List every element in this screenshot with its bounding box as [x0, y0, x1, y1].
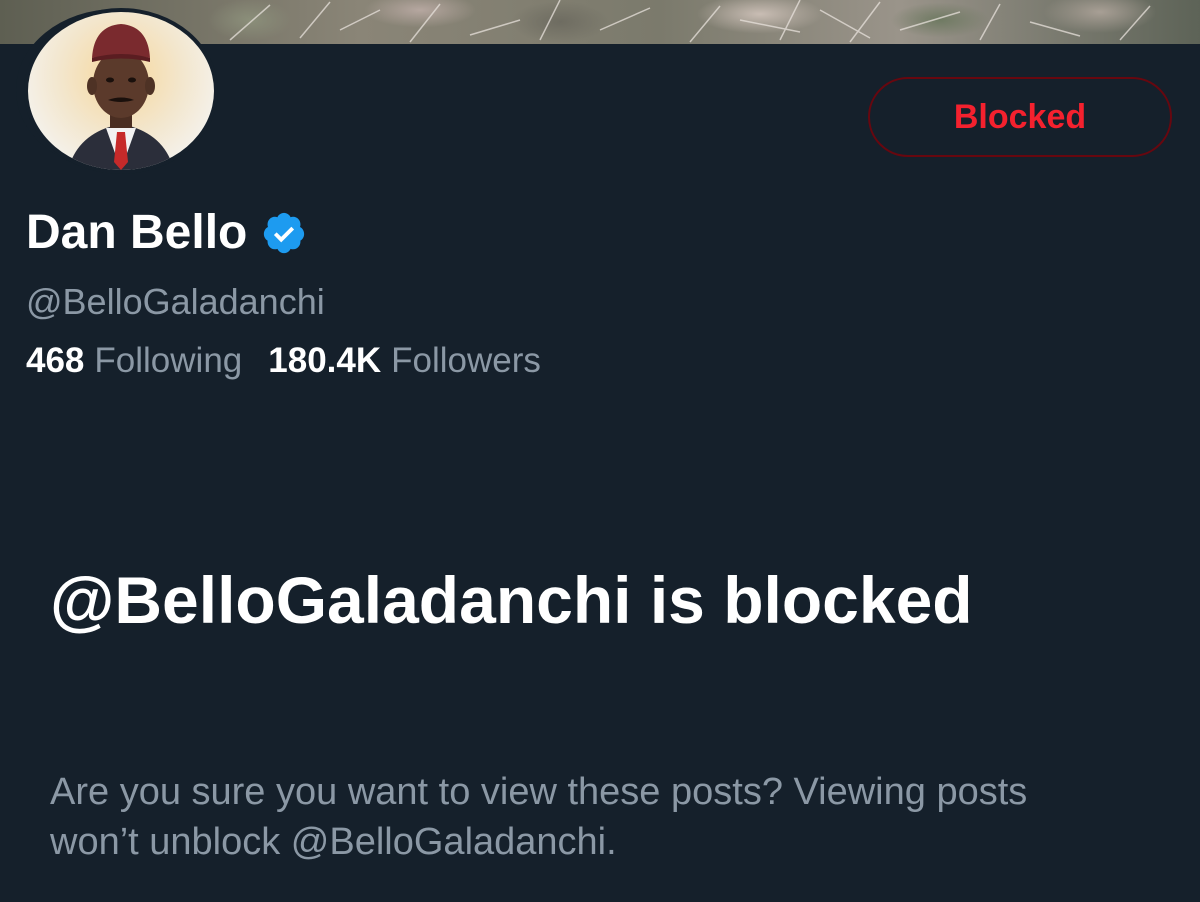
avatar[interactable] — [24, 8, 218, 174]
profile-stats: 468 Following 180.4K Followers — [26, 340, 567, 382]
followers-link[interactable]: 180.4K Followers — [268, 340, 541, 382]
avatar-portrait — [68, 24, 174, 170]
profile-handle: @BelloGaladanchi — [26, 281, 325, 322]
blocked-button[interactable]: Blocked — [868, 77, 1172, 157]
followers-count: 180.4K — [268, 341, 382, 380]
profile-name-row: Dan Bello — [26, 205, 307, 261]
blocked-notice-title: @BelloGaladanchi is blocked — [50, 563, 973, 637]
verified-badge-icon[interactable] — [261, 210, 307, 256]
following-label: Following — [94, 341, 243, 380]
following-link[interactable]: 468 Following — [26, 340, 242, 382]
followers-label: Followers — [391, 341, 541, 380]
profile-page: Blocked Dan Bello @BelloGaladanchi 468 F… — [0, 0, 1200, 902]
following-count: 468 — [26, 341, 85, 380]
blocked-notice-description: Are you sure you want to view these post… — [50, 771, 1028, 863]
display-name: Dan Bello — [26, 206, 248, 259]
